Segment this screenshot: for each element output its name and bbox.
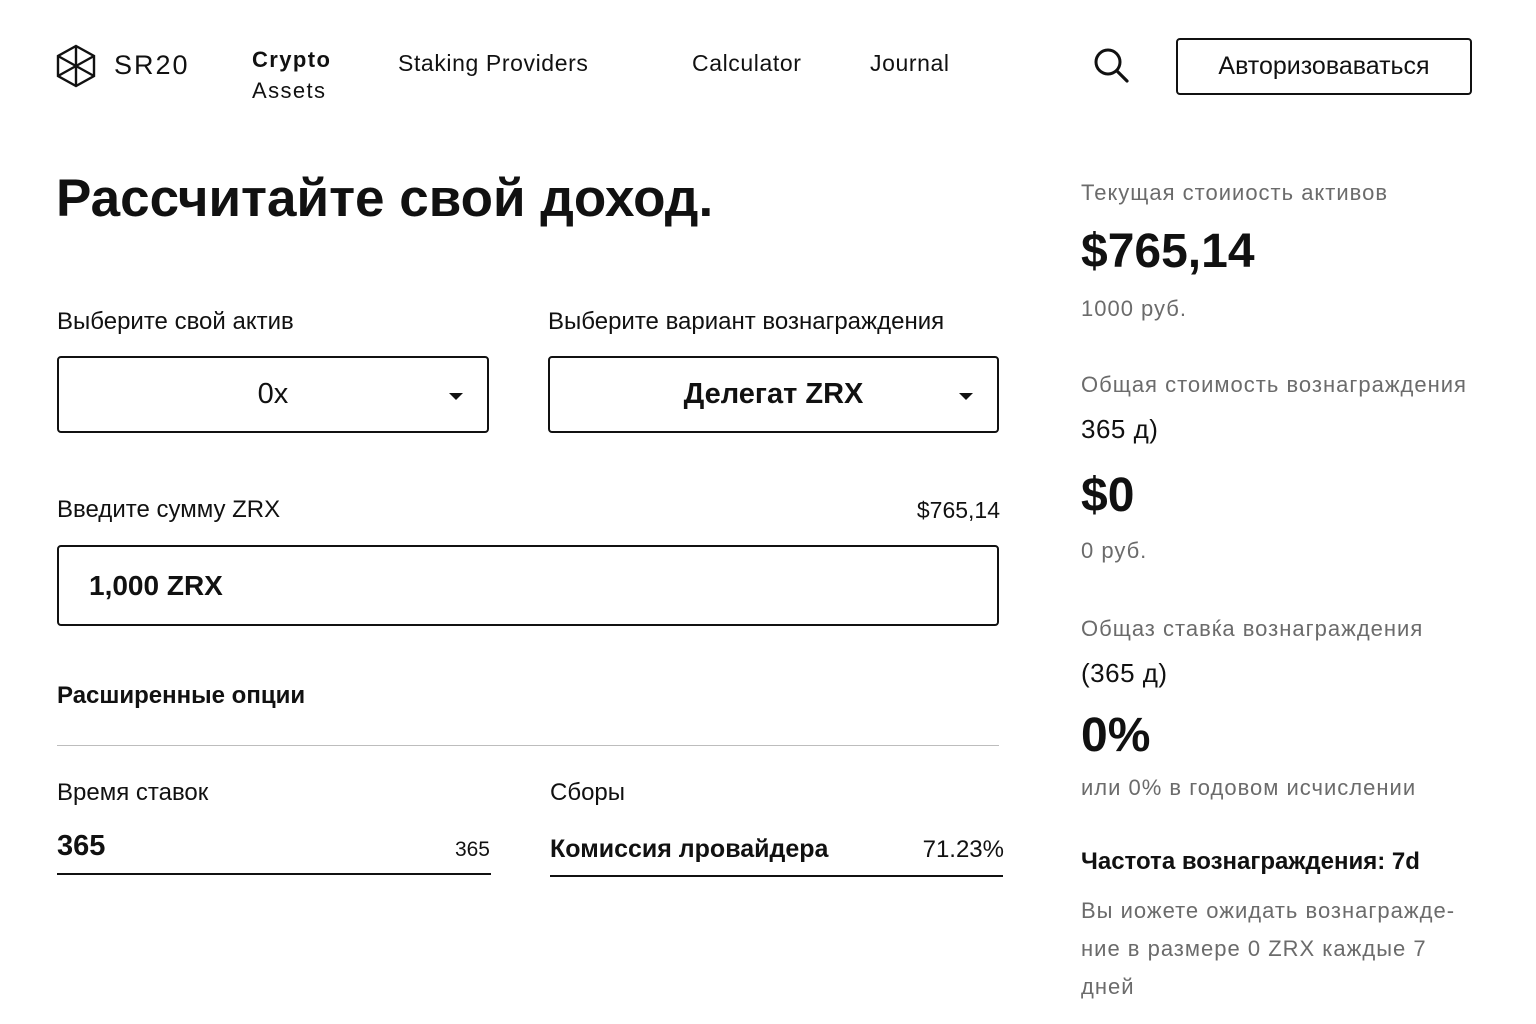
fees-label: Сборы bbox=[550, 779, 626, 806]
divider bbox=[57, 745, 999, 746]
reward-frequency-line: дней bbox=[1081, 974, 1135, 999]
page-title: Рассчитайте свой доход. bbox=[56, 169, 714, 228]
total-reward-rub: 0 руб. bbox=[1081, 538, 1148, 563]
reward-frequency-description: Вы иожете ожидать вознагражде- ние в раз… bbox=[1081, 892, 1521, 1006]
chevron-down-icon bbox=[959, 393, 973, 400]
asset-select-value: 0x bbox=[257, 378, 289, 410]
current-value: $765,14 bbox=[1081, 225, 1255, 278]
reward-option-select-value: Делегат ZRX bbox=[683, 378, 864, 410]
advanced-options-title[interactable]: Расширенные опции bbox=[57, 682, 305, 710]
staking-time-underline bbox=[57, 873, 491, 875]
amount-usd-value: $765,14 bbox=[916, 497, 1000, 523]
current-value-label: Текущая стоииость активов bbox=[1081, 180, 1389, 205]
staking-time-label: Время ставок bbox=[57, 779, 209, 806]
current-value-rub: 1000 руб. bbox=[1081, 296, 1188, 321]
search-icon[interactable] bbox=[1092, 46, 1130, 84]
reward-frequency-line: ние в размере 0 ZRX каждые 7 bbox=[1081, 936, 1427, 961]
asset-select[interactable]: 0x bbox=[57, 356, 489, 433]
reward-rate-value: 0% bbox=[1081, 709, 1151, 762]
staking-time-input[interactable]: 365 bbox=[57, 830, 105, 863]
reward-rate-label: Общаз ставќа вознаграждения bbox=[1081, 616, 1424, 641]
asset-label: Выберите свой актив bbox=[57, 308, 294, 335]
provider-fee-underline bbox=[550, 875, 1003, 877]
reward-frequency-title: Частота вознаграждения: 7d bbox=[1081, 848, 1420, 875]
amount-input[interactable] bbox=[57, 545, 999, 626]
total-reward-label: Общая стоимость вознаграждения bbox=[1081, 372, 1467, 397]
reward-frequency-line: Вы иожете ожидать вознагражде- bbox=[1081, 898, 1456, 923]
nav-crypto-line2: Assets bbox=[252, 78, 327, 103]
cube-outline-icon[interactable] bbox=[56, 44, 96, 88]
nav-journal[interactable]: Journal bbox=[870, 50, 950, 77]
reward-rate-annual: или 0% в годовом исчислении bbox=[1081, 775, 1417, 800]
nav-staking-providers[interactable]: Staking Providers bbox=[398, 50, 588, 77]
provider-fee-label: Комиссия лровайдера bbox=[550, 835, 829, 863]
amount-label: Введите сумму ZRX bbox=[57, 496, 281, 523]
nav-crypto-line1: Crypto bbox=[252, 47, 332, 72]
reward-option-label: Выберите вариант вознаграждения bbox=[548, 308, 945, 335]
total-reward-value: $0 bbox=[1081, 469, 1135, 522]
chevron-down-icon bbox=[449, 393, 463, 400]
total-reward-period: 365 д) bbox=[1081, 414, 1159, 444]
nav-crypto-assets[interactable]: Crypto Assets bbox=[252, 44, 331, 106]
staking-time-max: 365 bbox=[454, 838, 490, 861]
nav-calculator[interactable]: Calculator bbox=[692, 50, 802, 77]
login-button[interactable]: Авторизоваваться bbox=[1176, 38, 1472, 95]
provider-fee-value[interactable]: 71.23% bbox=[880, 836, 1004, 864]
reward-option-select[interactable]: Делегат ZRX bbox=[548, 356, 999, 433]
logo-text[interactable]: SR20 bbox=[114, 50, 190, 81]
reward-rate-period: (365 д) bbox=[1081, 658, 1168, 688]
